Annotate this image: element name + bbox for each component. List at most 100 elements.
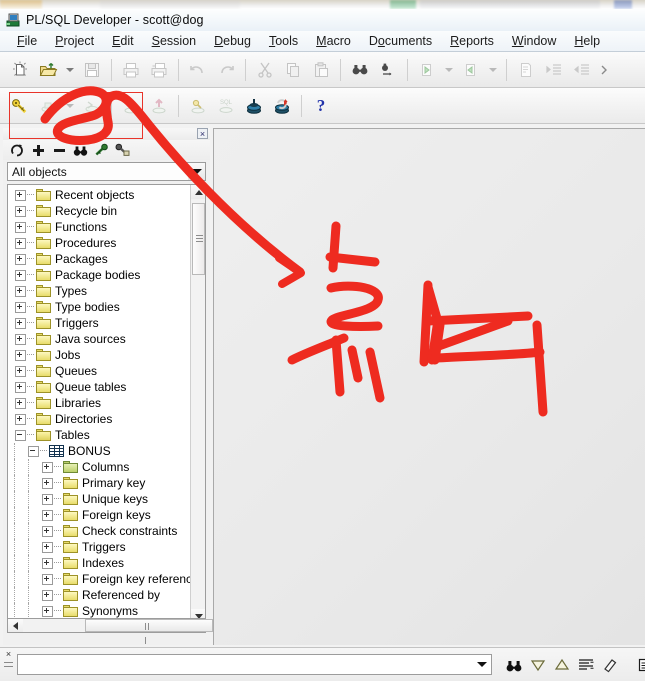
scroll-up-arrow-icon[interactable]: [191, 185, 205, 199]
tree-expand-icon[interactable]: [42, 509, 53, 521]
tree-expand-icon[interactable]: [42, 461, 53, 473]
filter-key-icon[interactable]: [93, 142, 110, 158]
open-folder-icon[interactable]: [34, 56, 62, 84]
tree-item[interactable]: Unique keys: [8, 491, 191, 507]
find-replace-icon[interactable]: [374, 56, 402, 84]
close-icon[interactable]: ×: [6, 649, 11, 659]
tree-item[interactable]: Synonyms: [8, 603, 191, 619]
tree-item[interactable]: Procedures: [8, 235, 191, 251]
find-input[interactable]: [18, 656, 473, 673]
tree-item[interactable]: Columns: [8, 459, 191, 475]
tree-expand-icon[interactable]: [42, 525, 53, 537]
tree-expand-icon[interactable]: [15, 397, 26, 409]
clear-highlight-eraser-icon[interactable]: [598, 653, 622, 677]
browser-folders-key-icon[interactable]: [114, 142, 131, 158]
find-binoculars-icon[interactable]: [502, 653, 526, 677]
tree-item[interactable]: Types: [8, 283, 191, 299]
tree-item[interactable]: Libraries: [8, 395, 191, 411]
tree-item[interactable]: Foreign key references: [8, 571, 191, 587]
tree-item[interactable]: Referenced by: [8, 587, 191, 603]
tree-item[interactable]: BONUS: [8, 443, 191, 459]
find-in-list-icon[interactable]: [634, 653, 645, 677]
tree-expand-icon[interactable]: [42, 493, 53, 505]
tree-expand-icon[interactable]: [15, 221, 26, 233]
menu-item-edit[interactable]: Edit: [103, 32, 143, 50]
open-dropdown-caret-icon[interactable]: [62, 56, 78, 84]
tree-item[interactable]: Triggers: [8, 315, 191, 331]
menu-item-file[interactable]: File: [8, 32, 46, 50]
tree-expand-icon[interactable]: [15, 237, 26, 249]
tree-item[interactable]: Recent objects: [8, 187, 191, 203]
toolbar-overflow-chevron-icon[interactable]: [596, 56, 612, 84]
new-icon[interactable]: [6, 56, 34, 84]
object-filter-dropdown[interactable]: All objects: [7, 162, 206, 181]
tree-expand-icon[interactable]: [15, 253, 26, 265]
menu-item-help[interactable]: Help: [565, 32, 609, 50]
find-object-binoculars-icon[interactable]: [72, 142, 89, 158]
tree-expand-icon[interactable]: [42, 573, 53, 585]
tree-item[interactable]: Recycle bin: [8, 203, 191, 219]
tree-expand-icon[interactable]: [15, 381, 26, 393]
help-question-icon[interactable]: ?: [307, 92, 335, 120]
tree-collapse-icon[interactable]: [28, 445, 39, 457]
hscroll-track[interactable]: [23, 619, 213, 644]
tree-item[interactable]: Primary key: [8, 475, 191, 491]
menu-item-debug[interactable]: Debug: [205, 32, 260, 50]
mdi-workspace[interactable]: [213, 128, 645, 645]
tree-expand-icon[interactable]: [15, 285, 26, 297]
tree-item[interactable]: Queue tables: [8, 379, 191, 395]
tree-expand-icon[interactable]: [15, 365, 26, 377]
find-input-combo[interactable]: [17, 654, 492, 675]
refresh-icon[interactable]: [9, 142, 26, 158]
tree-item[interactable]: Package bodies: [8, 267, 191, 283]
hscrollbar-thumb[interactable]: [85, 619, 213, 644]
collapse-all-icon[interactable]: [51, 142, 68, 158]
highlight-all-icon[interactable]: [574, 653, 598, 677]
tree-expand-icon[interactable]: [15, 317, 26, 329]
menu-item-window[interactable]: Window: [503, 32, 565, 50]
tree-expand-icon[interactable]: [42, 605, 53, 617]
tree-item[interactable]: Java sources: [8, 331, 191, 347]
scrollbar-thumb[interactable]: [192, 203, 205, 275]
find-icon[interactable]: [346, 56, 374, 84]
tree-item[interactable]: Triggers: [8, 539, 191, 555]
menu-item-session[interactable]: Session: [143, 32, 205, 50]
expand-all-icon[interactable]: [30, 142, 47, 158]
tree-expand-icon[interactable]: [15, 413, 26, 425]
tree-expand-icon[interactable]: [42, 589, 53, 601]
commit-icon[interactable]: [240, 92, 268, 120]
rollback-icon[interactable]: [268, 92, 296, 120]
tree-expand-icon[interactable]: [15, 269, 26, 281]
tree-expand-icon[interactable]: [15, 189, 26, 201]
tree-item[interactable]: Directories: [8, 411, 191, 427]
object-tree[interactable]: Recent objects Recycle bin Functions Proced…: [8, 185, 191, 623]
menu-item-documents[interactable]: Documents: [360, 32, 441, 50]
menu-item-tools[interactable]: Tools: [260, 32, 307, 50]
tree-item[interactable]: Functions: [8, 219, 191, 235]
find-previous-up-icon[interactable]: [550, 653, 574, 677]
find-toolbar-dock-handle[interactable]: ×: [2, 649, 15, 680]
scroll-left-arrow-icon[interactable]: [8, 619, 23, 632]
tree-vertical-scrollbar[interactable]: [190, 185, 205, 623]
find-next-down-icon[interactable]: [526, 653, 550, 677]
tree-item[interactable]: Check constraints: [8, 523, 191, 539]
tree-expand-icon[interactable]: [42, 477, 53, 489]
chevron-down-icon[interactable]: [473, 662, 491, 667]
tree-collapse-icon[interactable]: [15, 429, 26, 441]
tree-expand-icon[interactable]: [15, 205, 26, 217]
menu-item-reports[interactable]: Reports: [441, 32, 503, 50]
tree-item[interactable]: Type bodies: [8, 299, 191, 315]
tree-item[interactable]: Tables: [8, 427, 191, 443]
tree-item[interactable]: Foreign keys: [8, 507, 191, 523]
chevron-down-icon[interactable]: [188, 163, 205, 180]
menu-item-project[interactable]: Project: [46, 32, 103, 50]
menu-item-macro[interactable]: Macro: [307, 32, 360, 50]
tree-expand-icon[interactable]: [42, 557, 53, 569]
tree-expand-icon[interactable]: [42, 541, 53, 553]
tree-item[interactable]: Jobs: [8, 347, 191, 363]
tree-expand-icon[interactable]: [15, 333, 26, 345]
drag-handle-icon[interactable]: [4, 661, 13, 672]
tree-item[interactable]: Indexes: [8, 555, 191, 571]
tree-expand-icon[interactable]: [15, 301, 26, 313]
close-icon[interactable]: ×: [197, 128, 208, 139]
